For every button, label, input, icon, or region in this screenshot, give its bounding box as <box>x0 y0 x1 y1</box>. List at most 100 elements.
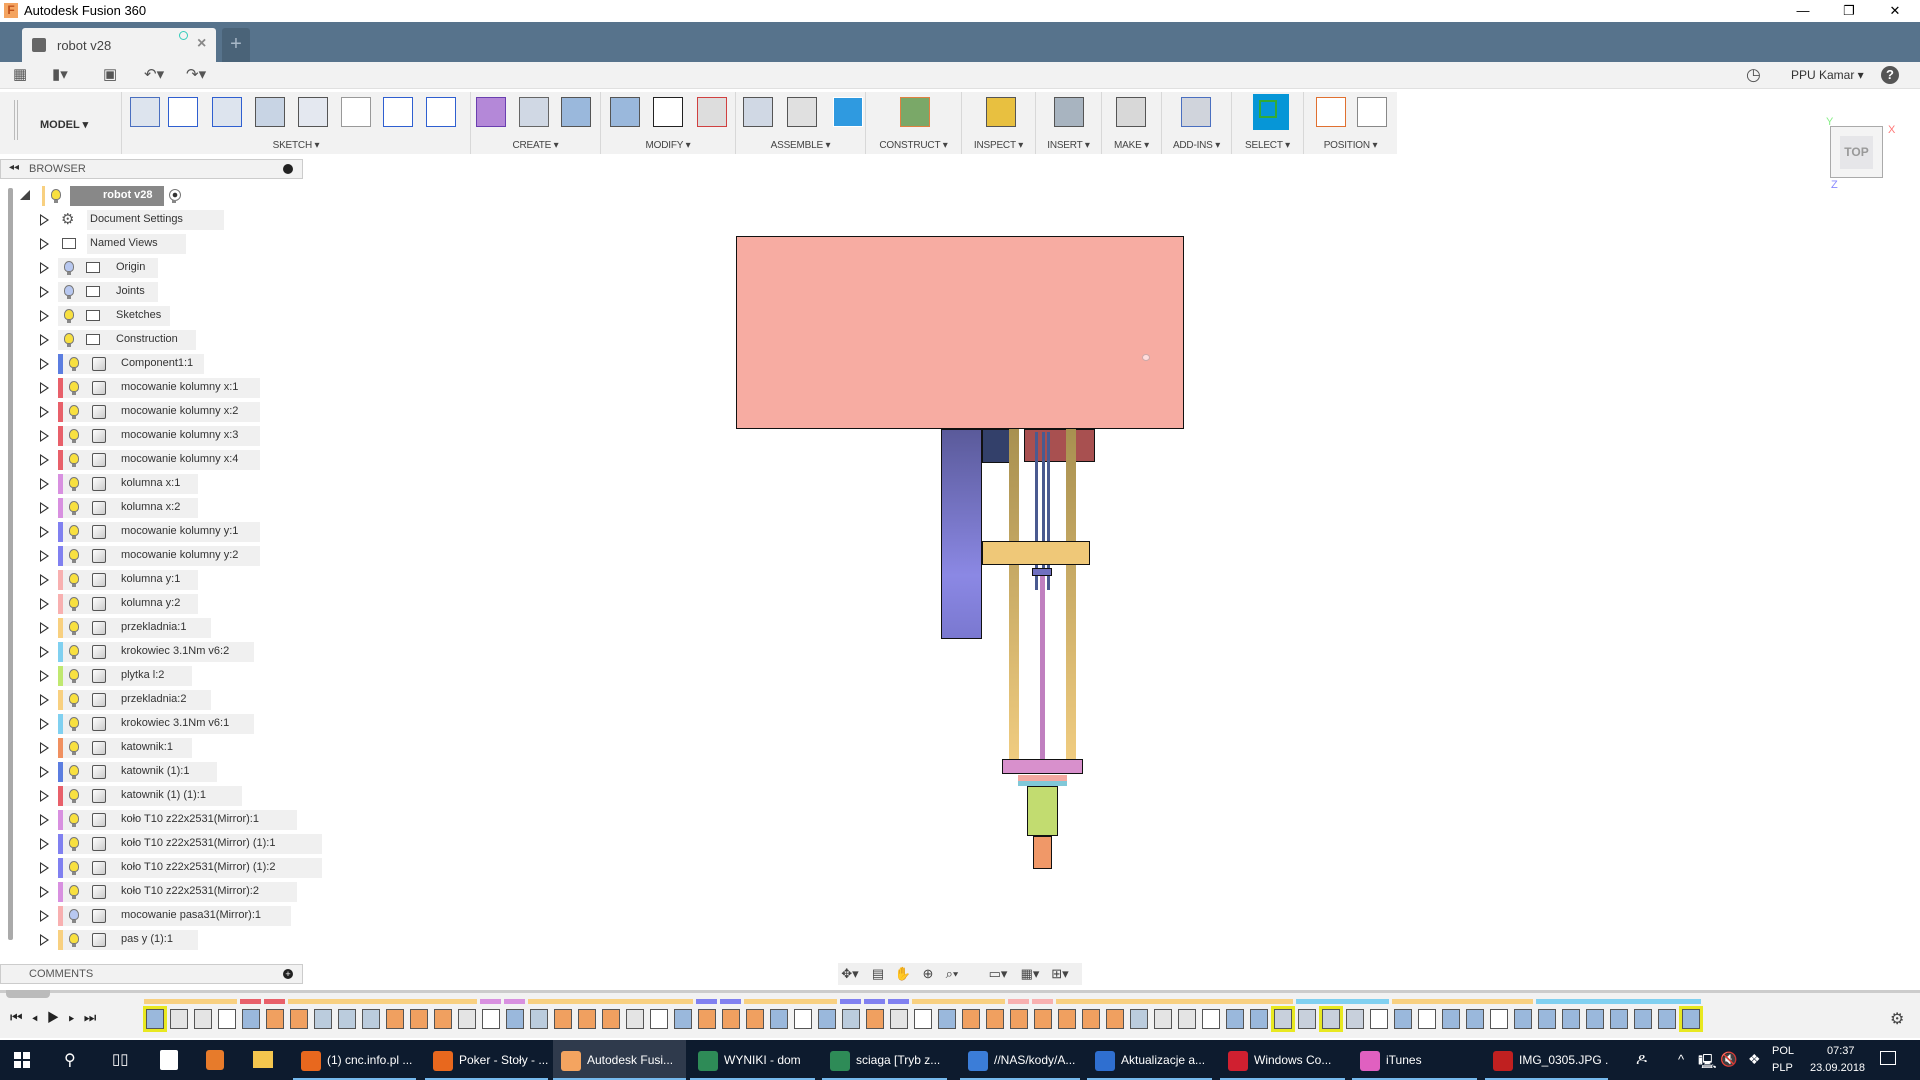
timeline-revolve-feature-icon[interactable] <box>1346 1009 1364 1029</box>
expand-triangle-icon[interactable] <box>40 670 49 682</box>
timeline-joint-feature-icon[interactable] <box>1058 1009 1076 1029</box>
assemble-menu[interactable]: ASSEMBLE ▾ <box>736 140 865 151</box>
collapse-triangle-icon[interactable] <box>20 190 30 200</box>
timeline-extrude-feature-icon[interactable] <box>1679 1006 1703 1032</box>
expand-triangle-icon[interactable] <box>40 550 49 562</box>
tree-item-component[interactable]: pas y (1):1 <box>0 930 300 950</box>
expand-triangle-icon[interactable] <box>40 886 49 898</box>
expand-triangle-icon[interactable] <box>40 694 49 706</box>
task-view-icon[interactable]: ▯▯ <box>112 1050 129 1068</box>
timeline-box-feature-icon[interactable] <box>890 1009 908 1029</box>
clock-date[interactable]: 23.09.2018 <box>1810 1062 1865 1074</box>
measure-icon[interactable] <box>986 97 1016 127</box>
action-center-icon[interactable] <box>1880 1051 1896 1065</box>
timeline-joint-feature-icon[interactable] <box>386 1009 404 1029</box>
visibility-bulb-icon[interactable] <box>69 381 79 395</box>
timeline-joint-feature-icon[interactable] <box>554 1009 572 1029</box>
timeline-sketch-feature-icon[interactable] <box>1418 1009 1436 1029</box>
minimize-button[interactable]: — <box>1780 0 1826 22</box>
visibility-bulb-icon[interactable] <box>69 909 79 923</box>
display-settings-icon[interactable]: ▭▾ <box>988 966 1008 982</box>
timeline-extrude-feature-icon[interactable] <box>1250 1009 1268 1029</box>
tree-item-component[interactable]: mocowanie kolumny y:1 <box>0 522 300 542</box>
expand-triangle-icon[interactable] <box>40 406 49 418</box>
timeline-copy-feature-icon[interactable] <box>338 1009 356 1029</box>
expand-triangle-icon[interactable] <box>40 214 49 226</box>
tree-item-named-views[interactable]: Named Views <box>0 234 300 254</box>
timeline-extrude-feature-icon[interactable] <box>1634 1009 1652 1029</box>
timeline-joint-feature-icon[interactable] <box>410 1009 428 1029</box>
tree-item-component[interactable]: koło T10 z22x2531(Mirror) (1):2 <box>0 858 323 878</box>
expand-triangle-icon[interactable] <box>40 382 49 394</box>
visibility-bulb-icon[interactable] <box>64 309 74 323</box>
expand-triangle-icon[interactable] <box>40 766 49 778</box>
timeline-joint-feature-icon[interactable] <box>434 1009 452 1029</box>
pan-hand-icon[interactable]: ✋ <box>893 966 913 982</box>
orbit-icon[interactable]: ✥▾ <box>840 966 860 982</box>
visibility-bulb-icon[interactable] <box>64 261 74 275</box>
expand-triangle-icon[interactable] <box>40 310 49 322</box>
timeline-extrude-feature-icon[interactable] <box>1586 1009 1604 1029</box>
viewports-icon[interactable]: ⊞▾ <box>1050 966 1070 982</box>
add-comment-icon[interactable]: + <box>283 969 293 979</box>
tree-item-component[interactable]: kolumna x:1 <box>0 474 300 494</box>
visibility-bulb-icon[interactable] <box>69 573 79 587</box>
timeline-extrude-feature-icon[interactable] <box>1514 1009 1532 1029</box>
tree-item-sketches[interactable]: Sketches <box>0 306 300 326</box>
timeline-sketch-feature-icon[interactable] <box>218 1009 236 1029</box>
timeline-extrude-feature-icon[interactable] <box>1610 1009 1628 1029</box>
inspect-menu[interactable]: INSPECT ▾ <box>962 140 1035 151</box>
tab-robot-v28[interactable]: robot v28 × <box>22 28 216 62</box>
model-body-top-plate[interactable] <box>736 236 1184 429</box>
people-icon[interactable]: ዶ <box>1636 1051 1647 1068</box>
media-player-icon[interactable] <box>206 1050 224 1070</box>
timeline-extrude-feature-icon[interactable] <box>1658 1009 1676 1029</box>
timeline-joint-feature-icon[interactable] <box>602 1009 620 1029</box>
expand-triangle-icon[interactable] <box>40 238 49 250</box>
timeline-joint-feature-icon[interactable] <box>986 1009 1004 1029</box>
file-explorer-icon[interactable] <box>253 1051 273 1068</box>
timeline-sketch-feature-icon[interactable] <box>1202 1009 1220 1029</box>
joint-icon[interactable] <box>787 97 817 127</box>
insert-menu[interactable]: INSERT ▾ <box>1036 140 1101 151</box>
tree-item-component[interactable]: mocowanie kolumny y:2 <box>0 546 300 566</box>
sketch-menu[interactable]: SKETCH ▾ <box>122 140 470 151</box>
restore-button[interactable]: ❐ <box>1826 0 1872 22</box>
timeline-joint-feature-icon[interactable] <box>1034 1009 1052 1029</box>
model-body-motor[interactable] <box>982 429 1010 463</box>
visibility-bulb-icon[interactable] <box>69 789 79 803</box>
timeline-extrude-feature-icon[interactable] <box>506 1009 524 1029</box>
expand-triangle-icon[interactable] <box>40 502 49 514</box>
select-icon[interactable] <box>1253 94 1289 130</box>
visibility-bulb-icon[interactable] <box>69 885 79 899</box>
visibility-bulb-icon[interactable] <box>69 741 79 755</box>
timeline-extrude-feature-icon[interactable] <box>674 1009 692 1029</box>
tree-item-construction[interactable]: Construction <box>0 330 300 350</box>
tree-item-component[interactable]: mocowanie kolumny x:3 <box>0 426 300 446</box>
line-icon[interactable] <box>168 97 198 127</box>
model-body-tool-tip[interactable] <box>1033 836 1052 869</box>
timeline-sketch-feature-icon[interactable] <box>794 1009 812 1029</box>
dimension-icon[interactable] <box>341 97 371 127</box>
new-component-icon[interactable] <box>743 97 773 127</box>
timeline-extrude-feature-icon[interactable] <box>770 1009 788 1029</box>
visibility-bulb-icon[interactable] <box>69 525 79 539</box>
model-body-tool-holder[interactable] <box>1027 786 1058 836</box>
tree-item-component[interactable]: katownik (1):1 <box>0 762 300 782</box>
expand-triangle-icon[interactable] <box>40 718 49 730</box>
timeline-sketch-feature-icon[interactable] <box>482 1009 500 1029</box>
expand-triangle-icon[interactable] <box>40 742 49 754</box>
expand-triangle-icon[interactable] <box>40 646 49 658</box>
extrude-icon[interactable] <box>561 97 591 127</box>
modify-menu[interactable]: MODIFY ▾ <box>601 140 735 151</box>
timeline-copy-feature-icon[interactable] <box>1130 1009 1148 1029</box>
timeline-box-feature-icon[interactable] <box>626 1009 644 1029</box>
offset-plane-icon[interactable] <box>900 97 930 127</box>
close-tab-icon[interactable]: × <box>197 35 206 53</box>
show-hidden-icons-chevron[interactable]: ^ <box>1678 1052 1684 1067</box>
workspace-switcher[interactable]: MODEL ▾ <box>12 92 122 154</box>
addins-menu[interactable]: ADD-INS ▾ <box>1162 140 1231 151</box>
expand-triangle-icon[interactable] <box>40 430 49 442</box>
input-language-bottom[interactable]: PLP <box>1772 1062 1793 1074</box>
visibility-bulb-icon[interactable] <box>69 405 79 419</box>
